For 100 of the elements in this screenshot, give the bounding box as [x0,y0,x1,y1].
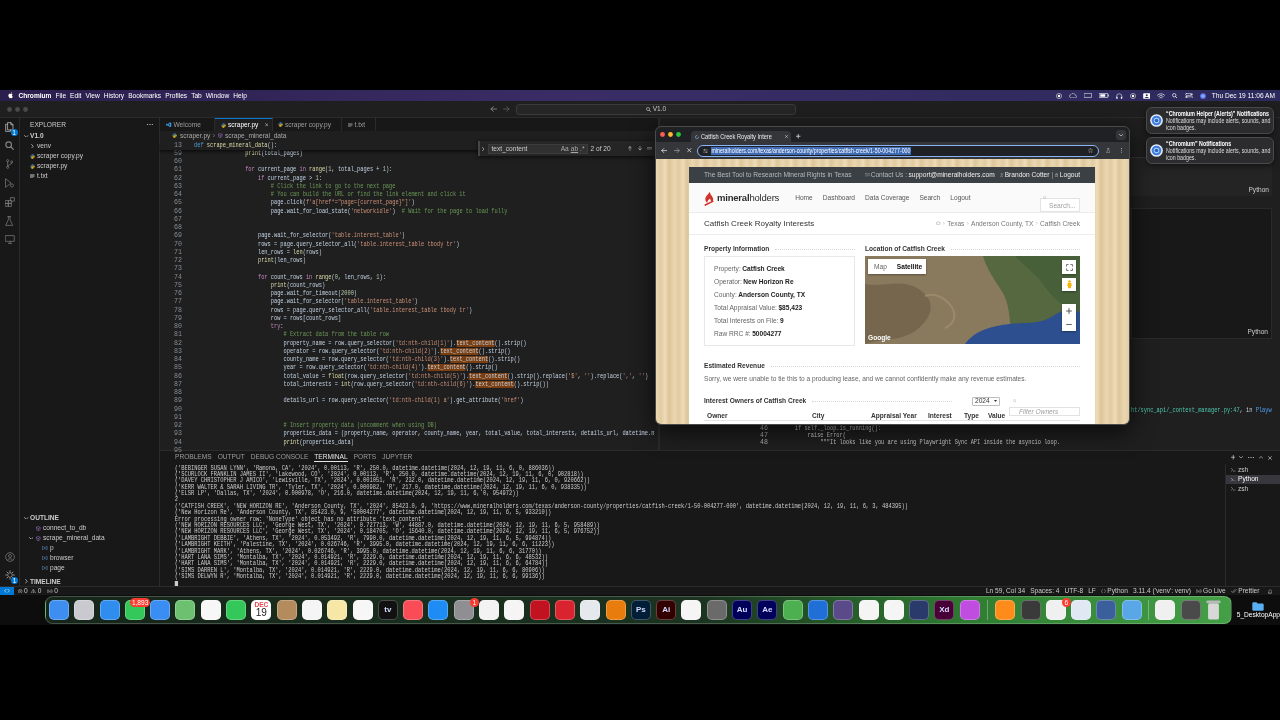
prompt-icon [1231,477,1236,481]
bell-icon[interactable] [1267,588,1272,594]
app-icon[interactable] [226,600,247,620]
forward-arrow-icon[interactable] [674,147,680,154]
brackets-icon [42,566,48,570]
close-icon[interactable] [785,135,788,138]
close-icon[interactable] [1268,455,1272,460]
app-icon[interactable] [276,600,297,620]
logo-wordmark[interactable]: mineralholders [717,192,780,203]
arrow-down-icon[interactable] [638,146,642,151]
fullscreen-button[interactable] [1062,260,1076,274]
app-icon[interactable] [681,600,702,620]
files-icon[interactable] [5,122,14,132]
ellipsis-icon[interactable] [147,123,153,126]
app-icon[interactable] [479,600,500,620]
chevron-right-icon [213,133,216,138]
tab-list-button[interactable] [1116,130,1126,140]
app-icon[interactable] [175,600,196,620]
close-icon[interactable] [264,123,268,127]
app-icon[interactable]: tv [377,600,398,620]
cube-icon [36,525,41,531]
app-icon[interactable] [301,600,322,620]
broadcast-icon [1196,588,1202,594]
cube-icon [218,133,223,138]
chevron-down-icon [1119,133,1123,137]
record-icon[interactable] [1056,92,1063,99]
text-file-icon [30,174,35,178]
brackets-icon [42,546,48,550]
plus-icon [1066,307,1072,314]
wifi-icon[interactable] [1157,92,1166,99]
star-icon[interactable] [1087,148,1093,153]
account-icon[interactable] [4,552,15,562]
apple-logo-icon[interactable] [8,92,14,99]
app-icon[interactable]: Xd [934,600,955,620]
flame-logo-icon[interactable] [704,189,714,206]
chevron-down-icon[interactable] [1239,456,1243,459]
flask-icon[interactable] [5,216,14,226]
branch-icon[interactable] [5,159,14,169]
app-icon[interactable] [200,600,221,620]
prompt-icon [1231,487,1236,491]
app-icon[interactable] [504,600,525,620]
chevron-up-icon[interactable] [1259,456,1263,459]
app-icon[interactable] [49,600,69,620]
monitor-icon[interactable] [4,235,15,244]
page-title: Catfish Creek Royalty Interests [704,217,815,230]
app-icon[interactable] [580,600,601,620]
python-file-icon [172,133,177,138]
cube-icon [36,535,41,541]
back-arrow-icon[interactable] [490,106,497,112]
app-icon[interactable]: Ps [630,600,651,620]
arrow-up-icon[interactable] [628,146,632,151]
orb-icon[interactable] [1199,92,1206,99]
app-icon[interactable] [605,600,626,620]
brackets-icon [42,556,48,560]
toggles-icon[interactable] [1184,92,1193,99]
user-icon [999,173,1004,177]
blocks-icon[interactable] [4,197,15,207]
headphones-icon[interactable] [1116,92,1123,99]
app-icon[interactable] [403,600,424,620]
text-file-icon [348,122,353,127]
search-icon[interactable] [5,141,14,150]
flask-icon[interactable] [1105,148,1110,153]
app-icon[interactable] [150,600,171,620]
cloud-icon[interactable] [1069,92,1078,99]
plus-icon[interactable] [796,134,801,139]
app-icon[interactable] [428,600,449,620]
display-icon[interactable] [1084,92,1093,99]
app-icon[interactable]: Ai [656,600,677,620]
search-icon [1042,195,1047,200]
close-icon[interactable] [687,148,692,153]
antenna-icon [47,588,53,594]
satellite-map[interactable] [865,256,1080,344]
app-icon[interactable] [74,600,95,620]
plus-icon[interactable] [1230,455,1235,460]
python-file-icon [30,153,35,159]
battery-icon[interactable] [1099,93,1110,98]
app-icon[interactable] [327,600,348,620]
app-icon[interactable]: Au [732,600,752,620]
lock-icon [1055,173,1059,177]
record-icon[interactable] [1129,92,1136,99]
ring-icon [1150,144,1163,157]
python-file-icon [278,122,283,127]
ellipsis-icon[interactable] [1248,456,1254,459]
app-icon[interactable] [883,600,904,620]
gear-icon[interactable] [4,570,15,580]
window-controls[interactable] [660,132,681,137]
folder-icon[interactable] [1252,601,1265,611]
app-icon[interactable] [99,600,120,620]
chevron-right-icon[interactable] [482,146,485,151]
lines-icon[interactable] [647,146,652,151]
terminal-cursor [174,581,178,587]
app-icon[interactable] [858,600,879,620]
caret-down-icon [994,400,997,402]
remote-icon [4,589,10,593]
app-icon[interactable]: Ae [757,600,778,620]
play-icon[interactable] [5,178,14,188]
app-icon[interactable] [352,600,373,620]
envelope-icon [865,173,870,177]
warning-icon [31,588,37,594]
user-badge-icon[interactable] [1142,92,1151,99]
